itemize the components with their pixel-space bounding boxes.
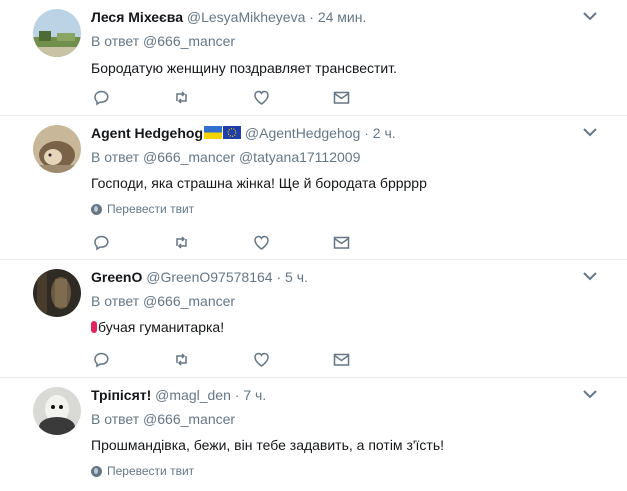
author-handle[interactable]: @AgentHedgehog bbox=[245, 125, 360, 141]
author-handle[interactable]: @LesyaMikheyeva bbox=[187, 9, 306, 25]
avatar[interactable] bbox=[33, 9, 81, 57]
author-name[interactable]: Agent Hedgehog bbox=[91, 125, 203, 141]
mention-link[interactable]: @tatyana17112009 bbox=[239, 149, 360, 165]
reply-prefix: В ответ bbox=[91, 411, 140, 427]
reply-prefix: В ответ bbox=[91, 293, 140, 309]
red-mark-icon bbox=[91, 321, 97, 333]
avatar[interactable] bbox=[33, 269, 81, 317]
envelope-icon bbox=[333, 91, 350, 104]
retweet-button[interactable] bbox=[173, 88, 253, 106]
tweet-text: Прошмандівка, бежи, він тебе задавить, а… bbox=[91, 437, 445, 453]
reply-button[interactable] bbox=[93, 350, 173, 368]
author-handle[interactable]: @magl_den bbox=[155, 387, 231, 403]
timestamp[interactable]: 7 ч. bbox=[243, 387, 266, 403]
heart-icon bbox=[254, 90, 269, 105]
heart-icon bbox=[254, 352, 269, 367]
avatar[interactable] bbox=[33, 387, 81, 435]
reply-prefix: В ответ bbox=[91, 33, 140, 49]
separator: · bbox=[276, 269, 282, 285]
translate-link[interactable]: Перевести твит bbox=[91, 464, 607, 478]
timestamp[interactable]: 5 ч. bbox=[285, 269, 308, 285]
mention-link[interactable]: @666_mancer bbox=[143, 411, 235, 427]
tweet[interactable]: Agent Hedgehog @AgentHedgehog · 2 ч. В о… bbox=[0, 116, 627, 260]
mention-link[interactable]: @666_mancer bbox=[143, 149, 235, 165]
author-handle[interactable]: @GreenO97578164 bbox=[146, 269, 272, 285]
reply-icon bbox=[94, 352, 109, 368]
tweet-text: Бородатую женщину поздравляет трансвести… bbox=[91, 60, 398, 76]
reply-button[interactable] bbox=[93, 233, 173, 251]
retweet-button[interactable] bbox=[173, 350, 253, 368]
envelope-icon bbox=[333, 353, 350, 366]
dm-button[interactable] bbox=[333, 88, 413, 106]
tweet[interactable]: Тріпісят! @magl_den · 7 ч. В ответ @666_… bbox=[0, 378, 627, 491]
dm-button[interactable] bbox=[333, 350, 413, 368]
avatar[interactable] bbox=[33, 125, 81, 173]
retweet-icon bbox=[176, 235, 187, 249]
like-button[interactable] bbox=[253, 233, 333, 251]
retweet-button[interactable] bbox=[173, 233, 253, 251]
dm-button[interactable] bbox=[333, 233, 413, 251]
mention-link[interactable]: @666_mancer bbox=[143, 293, 235, 309]
heart-icon bbox=[254, 235, 269, 250]
timestamp[interactable]: 2 ч. bbox=[373, 125, 396, 141]
retweet-icon bbox=[176, 90, 187, 104]
author-name[interactable]: Леся Міхеєва bbox=[91, 9, 183, 25]
tweet-text: Господи, яка страшна жінка! Ще й бородат… bbox=[91, 175, 427, 191]
tweet-text: бучая гуманитарка! bbox=[98, 319, 225, 335]
translate-label: Перевести твит bbox=[107, 464, 195, 478]
reply-icon bbox=[94, 235, 109, 251]
translate-label: Перевести твит bbox=[107, 202, 195, 216]
author-name[interactable]: Тріпісят! bbox=[91, 387, 151, 403]
reply-prefix: В ответ bbox=[91, 149, 140, 165]
like-button[interactable] bbox=[253, 88, 333, 106]
eu-flag-icon bbox=[223, 126, 241, 139]
author-name[interactable]: GreenO bbox=[91, 269, 142, 285]
envelope-icon bbox=[333, 236, 350, 249]
tweet[interactable]: Леся Міхеєва @LesyaMikheyeva · 24 мин. В… bbox=[0, 0, 627, 116]
globe-icon bbox=[91, 203, 102, 215]
separator: · bbox=[309, 9, 314, 25]
ukraine-flag-icon bbox=[204, 126, 222, 139]
mention-link[interactable]: @666_mancer bbox=[143, 33, 235, 49]
translate-link[interactable]: Перевести твит bbox=[91, 202, 607, 216]
separator: · bbox=[364, 125, 369, 141]
like-button[interactable] bbox=[253, 350, 333, 368]
separator: · bbox=[234, 387, 240, 403]
tweet[interactable]: GreenO @GreenO97578164 · 5 ч. В ответ @6… bbox=[0, 260, 627, 378]
reply-button[interactable] bbox=[93, 88, 173, 106]
retweet-icon bbox=[176, 352, 187, 366]
globe-icon bbox=[91, 465, 102, 477]
reply-icon bbox=[94, 90, 109, 106]
timestamp[interactable]: 24 мин. bbox=[318, 9, 367, 25]
